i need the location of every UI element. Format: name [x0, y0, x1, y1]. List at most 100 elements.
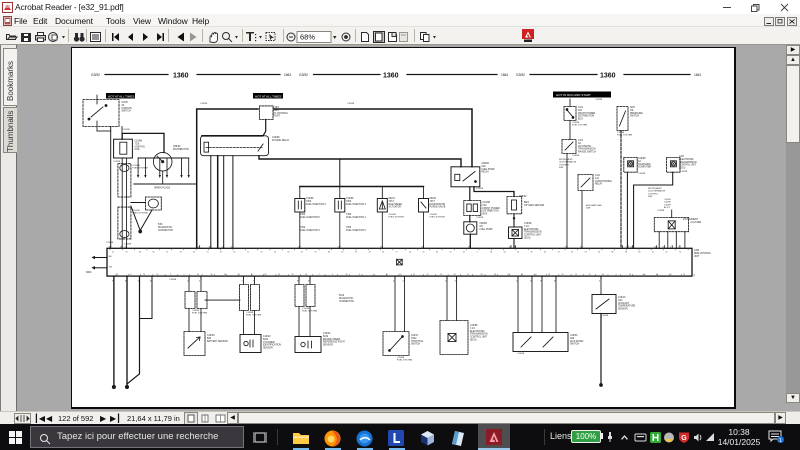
svg-text:7360: 7360 — [306, 201, 312, 203]
svg-text:73: 73 — [683, 274, 685, 276]
svg-text:SWITCH: SWITCH — [630, 116, 639, 118]
svg-text:FUEL SYSTEM: FUEL SYSTEM — [572, 125, 587, 127]
svg-text:C16/98: C16/98 — [347, 103, 355, 105]
svg-text:5192: 5192 — [339, 295, 345, 297]
svg-text:CONTROL UNIT: CONTROL UNIT — [524, 235, 542, 237]
svg-text:3: 3 — [599, 281, 600, 283]
svg-text:92: 92 — [662, 246, 664, 248]
svg-text:7: 7 — [678, 246, 679, 248]
svg-text:53: 53 — [585, 252, 587, 254]
svg-text:A1 K1: A1 K1 — [664, 206, 671, 209]
svg-text:6031: 6031 — [263, 339, 269, 341]
svg-text:93: 93 — [400, 274, 402, 276]
svg-text:C16/98: C16/98 — [483, 202, 491, 204]
svg-text:FUEL SYSTEM: FUEL SYSTEM — [389, 217, 404, 219]
svg-text:IDENTIFICATION: IDENTIFICATION — [263, 344, 281, 347]
svg-text:FUEL PUMP: FUEL PUMP — [482, 169, 496, 171]
svg-text:0: 0 — [242, 281, 243, 283]
svg-text:MAIN: MAIN — [273, 109, 279, 112]
svg-text:OIL: OIL — [630, 110, 634, 112]
svg-text:C16/98: C16/98 — [595, 99, 603, 101]
svg-text:FUEL SYSTEM: FUEL SYSTEM — [192, 313, 207, 315]
svg-text:81: 81 — [157, 274, 159, 276]
svg-text:FUEL SYSTEM: FUEL SYSTEM — [397, 360, 412, 362]
svg-text:K20: K20 — [482, 166, 487, 168]
svg-text:20: 20 — [274, 252, 276, 254]
svg-text:20: 20 — [292, 274, 294, 276]
svg-text:S6/5: S6/5 — [630, 107, 635, 109]
svg-text:C16/98: C16/98 — [106, 242, 114, 244]
svg-text:75: 75 — [589, 274, 591, 276]
svg-text:9: 9 — [332, 274, 333, 276]
svg-text:6032: 6032 — [323, 336, 329, 338]
svg-text:C16/98: C16/98 — [135, 141, 143, 143]
svg-text:FUEL SYSTEM: FUEL SYSTEM — [133, 168, 148, 170]
svg-text:C16/98: C16/98 — [517, 353, 525, 355]
svg-text:98: 98 — [468, 246, 470, 248]
svg-text:50: 50 — [409, 252, 411, 254]
svg-text:92: 92 — [224, 274, 226, 276]
svg-text:74: 74 — [440, 274, 442, 276]
svg-text:C16/38: C16/38 — [207, 335, 215, 337]
svg-text:88: 88 — [612, 252, 614, 254]
svg-text:C86/92: C86/92 — [480, 223, 488, 225]
svg-text:C4/6: C4/6 — [679, 156, 685, 158]
svg-text:1661: 1661 — [284, 73, 292, 77]
svg-text:70: 70 — [126, 252, 128, 254]
svg-text:C16/5: C16/5 — [122, 102, 129, 104]
svg-text:C16/98: C16/98 — [476, 217, 484, 219]
svg-text:9: 9 — [170, 274, 171, 276]
svg-text:92: 92 — [413, 274, 415, 276]
svg-text:DIAGNOSTIC: DIAGNOSTIC — [158, 226, 173, 229]
svg-text:64: 64 — [490, 252, 492, 254]
svg-text:ACTUATOR: ACTUATOR — [389, 206, 402, 209]
svg-text:C16/98: C16/98 — [680, 171, 688, 173]
svg-text:CONDITIONING: CONDITIONING — [595, 181, 612, 183]
svg-text:TD1: TD1 — [109, 267, 114, 269]
svg-text:7360: 7360 — [300, 227, 306, 229]
svg-text:65: 65 — [544, 252, 546, 254]
svg-text:56: 56 — [517, 252, 519, 254]
svg-text:95: 95 — [565, 246, 567, 248]
svg-text:C16/98: C16/98 — [524, 223, 532, 225]
svg-text:50: 50 — [548, 274, 550, 276]
svg-text:C16/98: C16/98 — [346, 198, 354, 200]
svg-text:C16/98: C16/98 — [113, 161, 121, 163]
svg-text:1661: 1661 — [694, 73, 702, 77]
svg-text:HOT IN RUN AND START: HOT IN RUN AND START — [556, 93, 591, 97]
svg-text:C1/2: C1/2 — [595, 175, 601, 177]
svg-text:C16/98: C16/98 — [657, 210, 665, 212]
svg-text:FRONT POWER: FRONT POWER — [483, 208, 501, 210]
svg-text:UNIT: UNIT — [694, 256, 700, 258]
svg-text:FUEL SYSTEM: FUEL SYSTEM — [302, 311, 317, 313]
svg-text:7374: 7374 — [389, 201, 395, 203]
svg-text:4: 4 — [616, 274, 617, 276]
svg-text:71: 71 — [207, 252, 209, 254]
svg-text:RELAY: RELAY — [595, 183, 603, 186]
svg-text:CONTROL UNIT: CONTROL UNIT — [470, 337, 488, 339]
svg-text:TRANSMISSION: TRANSMISSION — [470, 333, 488, 336]
svg-text:C16/98: C16/98 — [133, 210, 141, 212]
svg-text:77: 77 — [396, 252, 398, 254]
svg-text:C16/98: C16/98 — [246, 312, 254, 314]
svg-text:61: 61 — [153, 252, 155, 254]
svg-text:C16/98: C16/98 — [169, 279, 177, 281]
svg-text:RELAY: RELAY — [482, 171, 490, 174]
svg-text:CONTROL: CONTROL — [648, 193, 659, 195]
svg-text:C16/10: C16/10 — [618, 297, 626, 299]
svg-text:AUXILIARY FAN: AUXILIARY FAN — [586, 204, 602, 207]
svg-text:45: 45 — [562, 274, 564, 276]
svg-text:CLUSTERRADGE: CLUSTERRADGE — [559, 161, 577, 164]
svg-text:EVAPORATOR: EVAPORATOR — [430, 203, 446, 206]
svg-text:90W: 90W — [648, 196, 652, 198]
svg-text:7-04: 7-04 — [470, 328, 475, 330]
svg-text:39: 39 — [369, 252, 371, 254]
svg-text:C16/98: C16/98 — [664, 199, 672, 201]
svg-text:70: 70 — [670, 274, 672, 276]
svg-text:C16/98: C16/98 — [572, 155, 580, 157]
svg-text:SENSOR: SENSOR — [618, 309, 628, 311]
svg-text:84: 84 — [655, 246, 657, 248]
svg-text:10: 10 — [580, 246, 582, 248]
svg-text:18: 18 — [481, 274, 483, 276]
svg-text:COOLANT: COOLANT — [618, 302, 630, 305]
